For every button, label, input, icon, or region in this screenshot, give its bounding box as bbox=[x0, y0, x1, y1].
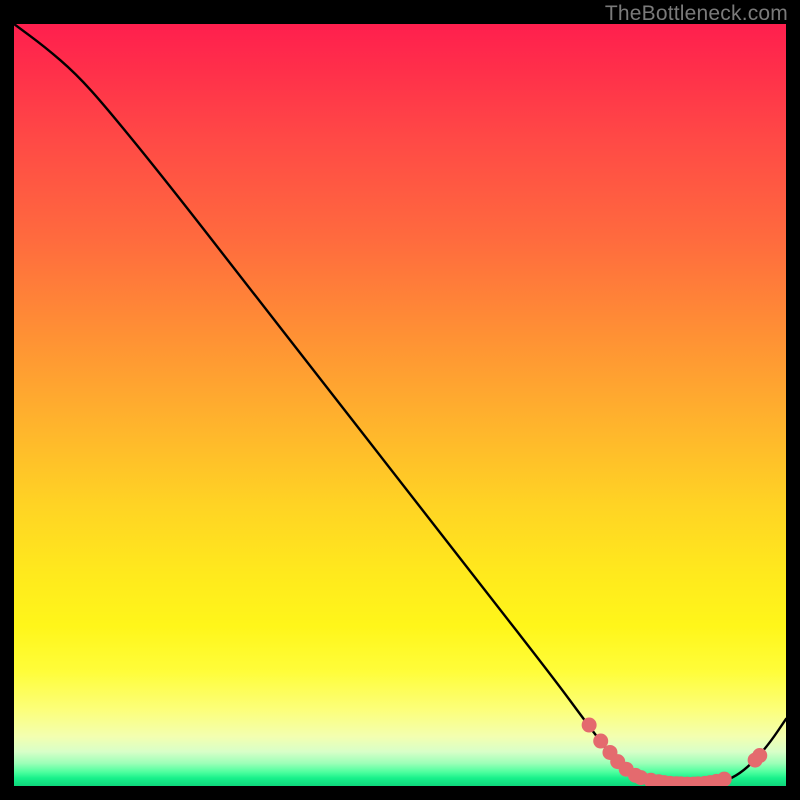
attribution-text: TheBottleneck.com bbox=[605, 2, 788, 26]
bottleneck-curve-path bbox=[14, 24, 786, 785]
curve-marker bbox=[610, 754, 625, 769]
curve-marker bbox=[717, 772, 732, 786]
curve-marker bbox=[709, 774, 724, 786]
plot-area bbox=[14, 24, 786, 786]
curve-marker bbox=[752, 748, 767, 763]
curve-marker bbox=[593, 734, 608, 749]
chart-stage: TheBottleneck.com bbox=[0, 0, 800, 800]
curve-marker bbox=[680, 777, 695, 786]
curve-marker bbox=[602, 745, 617, 760]
curve-marker bbox=[663, 776, 678, 786]
curve-marker bbox=[686, 777, 701, 786]
curve-marker bbox=[633, 770, 648, 785]
curve-markers bbox=[582, 718, 768, 786]
curve-marker bbox=[703, 775, 718, 786]
curve-marker bbox=[674, 776, 689, 786]
curve-marker bbox=[651, 774, 666, 786]
curve-marker bbox=[669, 776, 684, 786]
curve-marker bbox=[643, 773, 658, 786]
curve-marker bbox=[628, 768, 643, 783]
curve-marker bbox=[697, 776, 712, 786]
curve-marker bbox=[690, 776, 705, 786]
curve-marker bbox=[748, 753, 763, 768]
curve-marker bbox=[582, 718, 597, 733]
curve-marker bbox=[619, 762, 634, 777]
curve-svg bbox=[14, 24, 786, 786]
curve-marker bbox=[657, 775, 672, 786]
